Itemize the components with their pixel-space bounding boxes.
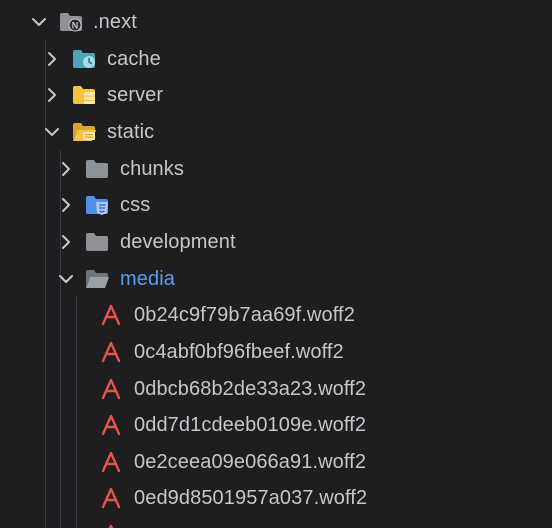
folder-icon xyxy=(84,157,110,181)
cache-folder-icon xyxy=(71,47,97,71)
tree-item-label: 0ed9d8501957a037.woff2 xyxy=(134,487,368,509)
tree-item-media-folder[interactable]: media xyxy=(0,261,552,297)
folder-open-icon xyxy=(84,267,110,291)
server-folder-icon xyxy=(71,83,97,107)
tree-item-server-folder[interactable]: server xyxy=(0,77,552,113)
tree-item-label: 0dbcb68b2de33a23.woff2 xyxy=(134,378,367,400)
folder-icon xyxy=(84,230,110,254)
chevron-down-icon xyxy=(42,122,62,142)
nextjs-folder-icon: N xyxy=(58,10,84,34)
chevron-right-icon xyxy=(56,159,76,179)
chevron-right-icon xyxy=(56,195,76,215)
css-folder-icon xyxy=(84,193,110,217)
chevron-down-icon xyxy=(29,12,49,32)
nextjs-badge-icon: N xyxy=(72,21,79,31)
tree-item-font-file-partial[interactable] xyxy=(0,517,552,528)
chevron-down-icon xyxy=(56,269,76,289)
tree-item-label: 0b24c9f79b7aa69f.woff2 xyxy=(134,304,355,326)
font-file-icon xyxy=(100,450,122,474)
font-file-icon xyxy=(100,377,122,401)
tree-item-cache-folder[interactable]: cache xyxy=(0,41,552,77)
tree-item-font-file[interactable]: 0e2ceea09e066a91.woff2 xyxy=(0,444,552,480)
tree-item-label: cache xyxy=(107,48,161,70)
chevron-right-icon xyxy=(42,85,62,105)
static-folder-open-icon xyxy=(71,120,97,144)
tree-item-label: 0e2ceea09e066a91.woff2 xyxy=(134,451,367,473)
tree-item-font-file[interactable]: 0c4abf0bf96fbeef.woff2 xyxy=(0,334,552,370)
tree-item-label: 0dd7d1cdeeb0109e.woff2 xyxy=(134,414,367,436)
tree-item-font-file[interactable]: 0dd7d1cdeeb0109e.woff2 xyxy=(0,407,552,443)
tree-item-next-folder[interactable]: N .next xyxy=(0,4,552,40)
chevron-right-icon xyxy=(56,232,76,252)
font-file-icon xyxy=(100,303,122,327)
tree-item-label: css xyxy=(120,194,151,216)
font-file-icon xyxy=(100,340,122,364)
tree-item-development-folder[interactable]: development xyxy=(0,224,552,260)
tree-item-label: media xyxy=(120,268,175,290)
tree-item-css-folder[interactable]: css xyxy=(0,187,552,223)
chevron-right-icon xyxy=(42,49,62,69)
tree-item-chunks-folder[interactable]: chunks xyxy=(0,151,552,187)
tree-item-label: chunks xyxy=(120,158,184,180)
tree-item-label: .next xyxy=(93,11,137,33)
tree-item-label: development xyxy=(120,231,236,253)
font-file-icon xyxy=(100,523,122,528)
file-explorer-tree: N .next cache server static chunks css d… xyxy=(0,0,552,528)
tree-item-font-file[interactable]: 0b24c9f79b7aa69f.woff2 xyxy=(0,297,552,333)
font-file-icon xyxy=(100,413,122,437)
tree-item-label: static xyxy=(107,121,155,143)
tree-item-label: 0c4abf0bf96fbeef.woff2 xyxy=(134,341,344,363)
font-file-icon xyxy=(100,486,122,510)
tree-item-label: server xyxy=(107,84,164,106)
tree-item-font-file[interactable]: 0dbcb68b2de33a23.woff2 xyxy=(0,371,552,407)
tree-item-static-folder[interactable]: static xyxy=(0,114,552,150)
tree-item-font-file[interactable]: 0ed9d8501957a037.woff2 xyxy=(0,480,552,516)
